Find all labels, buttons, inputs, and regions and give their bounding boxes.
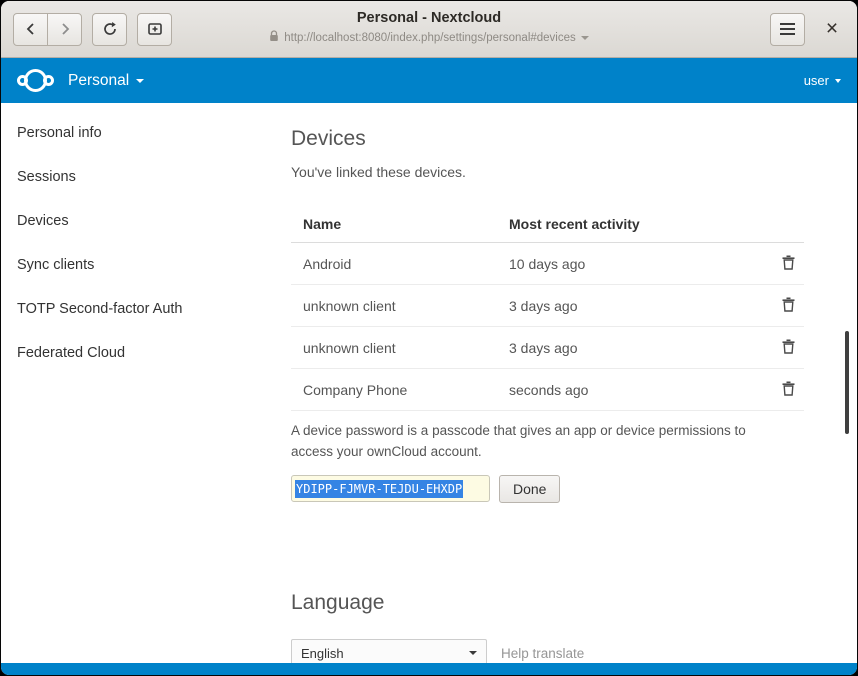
page-content: Personal info Sessions Devices Sync clie… <box>1 103 857 663</box>
nextcloud-logo-icon[interactable] <box>17 69 54 92</box>
language-select[interactable]: English <box>291 639 487 663</box>
devices-table: Name Most recent activity Android 10 day… <box>291 208 804 411</box>
menu-button[interactable] <box>770 13 805 46</box>
devices-title: Devices <box>291 127 857 151</box>
device-password-value: YDIPP-FJMVR-TEJDU-EHXDP <box>295 480 463 498</box>
device-name: Company Phone <box>291 369 497 411</box>
language-title: Language <box>291 591 857 615</box>
sidebar-item-devices[interactable]: Devices <box>1 199 261 243</box>
device-name: unknown client <box>291 327 497 369</box>
chevron-down-icon <box>136 79 144 83</box>
table-row: Company Phone seconds ago <box>291 369 804 411</box>
trash-icon <box>781 341 796 357</box>
main-panel: Devices You've linked these devices. Nam… <box>261 103 857 663</box>
new-tab-icon <box>147 21 163 37</box>
delete-device-button[interactable] <box>781 254 796 273</box>
device-password-note: A device password is a passcode that giv… <box>291 421 786 463</box>
delete-device-button[interactable] <box>781 338 796 357</box>
table-header-row: Name Most recent activity <box>291 208 804 243</box>
sidebar-item-personal-info[interactable]: Personal info <box>1 111 261 155</box>
nav-controls <box>13 13 172 46</box>
trash-icon <box>781 383 796 399</box>
titlebar: Personal - Nextcloud http://localhost:80… <box>1 1 857 58</box>
devices-section: Devices You've linked these devices. Nam… <box>291 127 857 503</box>
url-dropdown-caret-icon[interactable] <box>581 36 589 40</box>
user-menu[interactable]: user <box>804 73 841 88</box>
close-button[interactable]: × <box>819 16 845 42</box>
language-row: English Help translate <box>291 639 857 663</box>
back-button[interactable] <box>13 13 48 46</box>
device-password-input[interactable]: YDIPP-FJMVR-TEJDU-EHXDP <box>291 475 490 502</box>
browser-window: Personal - Nextcloud http://localhost:80… <box>0 0 858 676</box>
sidebar-item-sessions[interactable]: Sessions <box>1 155 261 199</box>
devices-subtitle: You've linked these devices. <box>291 164 857 180</box>
sidebar-item-sync-clients[interactable]: Sync clients <box>1 243 261 287</box>
table-row: unknown client 3 days ago <box>291 327 804 369</box>
delete-device-button[interactable] <box>781 296 796 315</box>
user-menu-label: user <box>804 73 829 88</box>
device-activity: 10 days ago <box>497 243 762 285</box>
device-name: unknown client <box>291 285 497 327</box>
help-translate-link[interactable]: Help translate <box>501 646 584 661</box>
footer-strip <box>1 663 857 675</box>
forward-button[interactable] <box>47 13 82 46</box>
device-activity: seconds ago <box>497 369 762 411</box>
done-button[interactable]: Done <box>499 475 560 503</box>
reload-button[interactable] <box>92 13 127 46</box>
scrollbar-thumb[interactable] <box>845 331 849 434</box>
reload-icon <box>102 21 118 37</box>
trash-icon <box>781 299 796 315</box>
language-selected-value: English <box>301 646 344 661</box>
device-name: Android <box>291 243 497 285</box>
device-activity: 3 days ago <box>497 285 762 327</box>
url-bar[interactable]: http://localhost:8080/index.php/settings… <box>169 30 689 45</box>
new-tab-button[interactable] <box>137 13 172 46</box>
insecure-lock-icon <box>269 30 279 45</box>
titlebar-center: Personal - Nextcloud http://localhost:80… <box>169 10 689 45</box>
url-text: http://localhost:8080/index.php/settings… <box>284 32 576 44</box>
table-row: unknown client 3 days ago <box>291 285 804 327</box>
app-menu-label: Personal <box>68 72 129 90</box>
column-header-activity: Most recent activity <box>497 208 762 243</box>
sidebar-item-federated-cloud[interactable]: Federated Cloud <box>1 331 261 375</box>
app-menu-personal[interactable]: Personal <box>68 72 144 90</box>
chevron-down-icon <box>835 79 841 83</box>
forward-icon <box>57 21 73 37</box>
window-controls: × <box>770 13 845 46</box>
hamburger-menu-icon <box>780 23 795 35</box>
device-password-row: YDIPP-FJMVR-TEJDU-EHXDP Done <box>291 475 857 503</box>
language-section: Language English Help translate <box>291 591 857 663</box>
device-activity: 3 days ago <box>497 327 762 369</box>
window-title: Personal - Nextcloud <box>169 10 689 26</box>
chevron-down-icon <box>469 651 477 655</box>
close-icon: × <box>826 17 838 41</box>
delete-device-button[interactable] <box>781 380 796 399</box>
settings-sidebar: Personal info Sessions Devices Sync clie… <box>1 103 261 663</box>
history-button-group <box>13 13 82 46</box>
sidebar-item-totp[interactable]: TOTP Second-factor Auth <box>1 287 261 331</box>
trash-icon <box>781 257 796 273</box>
back-icon <box>23 21 39 37</box>
table-row: Android 10 days ago <box>291 243 804 285</box>
column-header-name: Name <box>291 208 497 243</box>
nextcloud-header: Personal user <box>1 58 857 103</box>
